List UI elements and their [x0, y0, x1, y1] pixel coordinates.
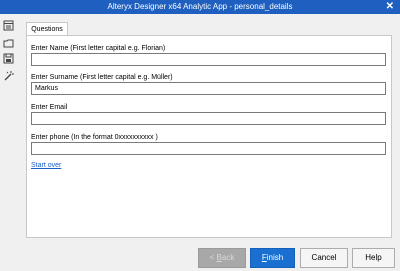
surname-label: Enter Surname (First letter capital e.g.… — [31, 74, 173, 81]
name-label: Enter Name (First letter capital e.g. Fl… — [31, 45, 166, 52]
left-toolbar — [0, 14, 17, 271]
phone-label: Enter phone (In the format 0xxxxxxxxxx ) — [31, 134, 158, 141]
tab-questions[interactable]: Questions — [26, 22, 68, 36]
phone-input[interactable] — [31, 142, 386, 155]
help-button[interactable]: Help — [352, 248, 395, 268]
folder-icon[interactable] — [3, 38, 14, 49]
email-input[interactable] — [31, 112, 386, 125]
email-label: Enter Email — [31, 104, 68, 111]
start-over-link[interactable]: Start over — [31, 161, 61, 170]
back-button[interactable]: < Back — [198, 248, 246, 268]
surname-input[interactable] — [31, 82, 386, 95]
title-bar: Alteryx Designer x64 Analytic App - pers… — [0, 0, 400, 14]
back-label: ack — [221, 253, 235, 262]
app-icon[interactable] — [3, 20, 14, 31]
finish-button[interactable]: Finish — [250, 248, 295, 268]
close-icon[interactable]: ✕ — [386, 0, 394, 14]
save-icon[interactable] — [3, 53, 14, 64]
window-title: Alteryx Designer x64 Analytic App - pers… — [107, 2, 293, 11]
name-input[interactable] — [31, 53, 386, 66]
back-prefix: < — [209, 253, 217, 262]
cancel-button[interactable]: Cancel — [300, 248, 348, 268]
magic-wand-icon[interactable] — [3, 70, 14, 81]
finish-label: inish — [266, 253, 284, 262]
